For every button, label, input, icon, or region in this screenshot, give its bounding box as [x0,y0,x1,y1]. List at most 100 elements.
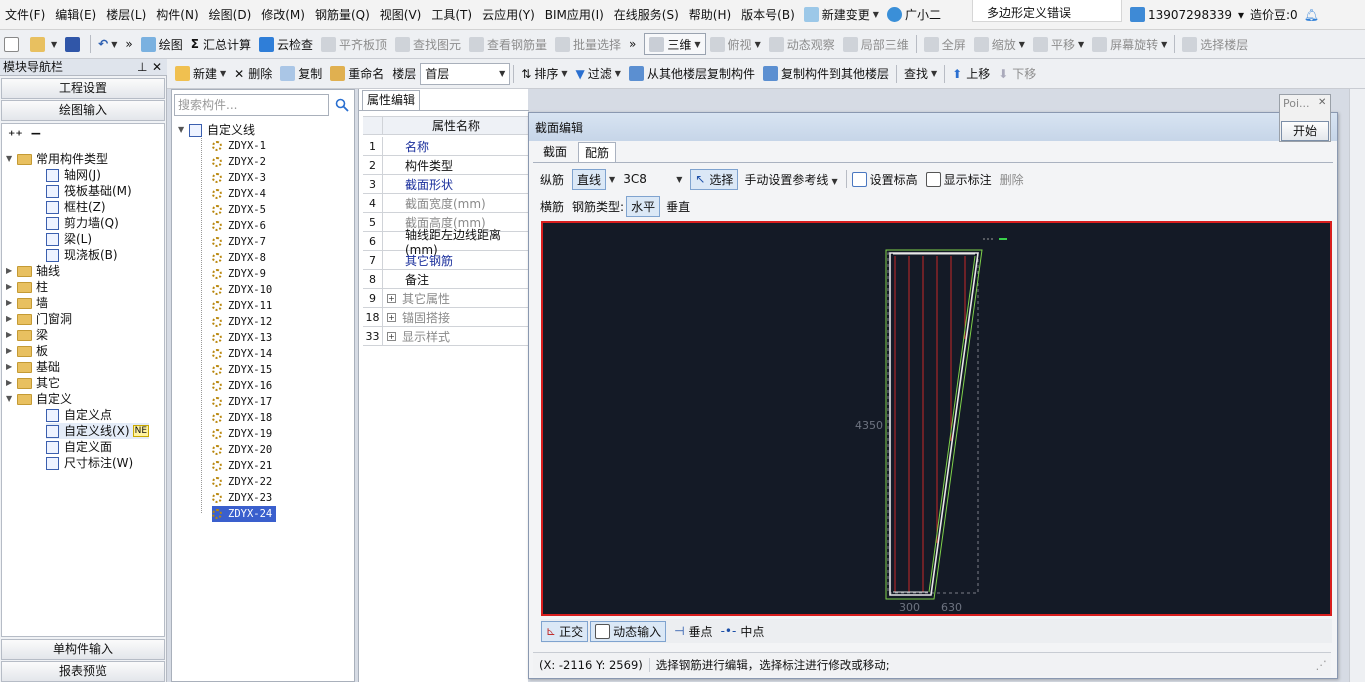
dynamic-input-button[interactable]: 动态输入 [590,620,667,642]
component-item[interactable]: ZDYX-19 [212,426,276,442]
fullscreen-button[interactable]: 全屏 [920,33,970,55]
component-item[interactable]: ZDYX-17 [212,394,276,410]
component-item[interactable]: ZDYX-5 [212,202,270,218]
top-view-button[interactable]: 俯视 ▼ [706,33,765,55]
overflow-button-2[interactable]: » [625,33,640,55]
copy-button[interactable]: 复制 [276,63,326,85]
component-item[interactable]: ZDYX-6 [212,218,270,234]
tree-group[interactable]: ▶ 梁 [6,327,48,343]
expand-icon[interactable]: + [387,293,396,303]
component-item[interactable]: ZDYX-20 [212,442,276,458]
save-button[interactable] [61,33,87,55]
collapse-icon[interactable]: ▼ [6,151,17,167]
component-item[interactable]: ZDYX-11 [212,298,276,314]
property-row[interactable]: 3 截面形状 [363,174,529,194]
tree-item-common[interactable]: 框柱(Z) [46,199,106,215]
menu-item[interactable]: BIM应用(I) [540,6,609,23]
property-row[interactable]: 18 + 锚固搭接 [363,307,529,327]
line-mode-select[interactable]: 直线 [572,168,607,190]
tree-group[interactable]: ▶ 门窗洞 [6,311,72,327]
tree-group[interactable]: ▶ 柱 [6,279,48,295]
overflow-button[interactable]: » [121,33,136,55]
component-item[interactable]: ZDYX-16 [212,378,276,394]
project-settings-button[interactable]: 工程设置 [1,78,165,99]
component-item[interactable]: ZDYX-3 [212,170,270,186]
pin-icon[interactable]: ⊥ [137,59,147,75]
report-preview-button[interactable]: 报表预览 [1,661,165,682]
drawing-input-button[interactable]: 绘图输入 [1,100,165,121]
perpendicular-point-button[interactable]: ⊣ 垂点 [674,623,712,640]
component-root[interactable]: ▼ 自定义线 [178,122,255,138]
move-up-button[interactable]: ⬆ 上移 [948,63,994,85]
property-row[interactable]: 2 构件类型 [363,155,529,175]
find-button[interactable]: 查找 ▼ [900,63,941,85]
component-item[interactable]: ZDYX-4 [212,186,270,202]
close-icon[interactable]: ✕ [1318,97,1326,108]
start-button[interactable]: 开始 [1281,121,1329,141]
menu-item[interactable]: 版本号(B) [736,6,800,23]
expand-icon[interactable]: ▶ [6,279,17,295]
property-row[interactable]: 1 名称 [363,136,529,156]
tree-item-common[interactable]: 现浇板(B) [46,247,118,263]
single-input-button[interactable]: 单构件输入 [1,639,165,660]
property-row[interactable]: 6 轴线距左边线距离(mm) [363,228,529,257]
delete-button[interactable]: ✕ 删除 [230,63,276,85]
section-canvas[interactable]: 4350 300 630 [541,221,1332,616]
expand-icon[interactable]: ▶ [6,359,17,375]
draw-button[interactable]: 绘图 [137,33,187,55]
property-row[interactable]: 7 其它钢筋 [363,250,529,270]
tree-item-common[interactable]: 轴网(J) [46,167,101,183]
tab-reinforcement[interactable]: 配筋 [578,142,617,163]
component-item[interactable]: ZDYX-23 [212,490,276,506]
chevron-down-icon[interactable]: ▼ [676,175,682,184]
sort-button[interactable]: ⇅ 排序 ▼ [517,63,571,85]
menu-item[interactable]: 楼层(L) [101,6,151,23]
tab-section[interactable]: 截面 [537,142,573,163]
set-elevation-button[interactable]: 设置标高 [851,171,918,188]
new-file-button[interactable] [0,33,26,55]
tree-group[interactable]: ▶ 墙 [6,295,48,311]
component-item[interactable]: ZDYX-10 [212,282,276,298]
show-dims-button[interactable]: 显示标注 [925,171,992,188]
expand-icon[interactable]: ▶ [6,311,17,327]
resize-grip-icon[interactable]: ⋰ [1316,658,1328,672]
manual-reference-button[interactable]: 手动设置参考线 ▼ [744,171,837,188]
tree-group[interactable]: ▶ 轴线 [6,263,60,279]
rotate-button[interactable]: 屏幕旋转 ▼ [1088,33,1171,55]
tree-common-types[interactable]: ▼ 常用构件类型 [6,151,108,167]
component-item[interactable]: ZDYX-21 [212,458,276,474]
tab-property-edit[interactable]: 属性编辑 [362,90,420,110]
menu-item[interactable]: 构件(N) [151,6,203,23]
find-element-button[interactable]: 查找图元 [391,33,465,55]
menu-item[interactable]: 视图(V) [375,6,427,23]
batch-select-button[interactable]: 批量选择 [551,33,625,55]
component-item[interactable]: ZDYX-22 [212,474,276,490]
search-icon[interactable] [331,94,353,116]
tree-custom[interactable]: ▼ 自定义 [6,391,72,407]
menu-item[interactable]: 修改(M) [256,6,310,23]
menu-item[interactable]: 云应用(Y) [477,6,540,23]
expand-icon[interactable]: ▶ [6,327,17,343]
notification-banner[interactable]: 多边形定义错误 [972,0,1122,22]
vertical-button[interactable]: 垂直 [666,198,690,215]
dim-left[interactable]: 4350 [855,419,883,432]
tree-group[interactable]: ▶ 基础 [6,359,60,375]
property-row[interactable]: 9 + 其它属性 [363,288,529,308]
component-item[interactable]: ZDYX-9 [212,266,270,282]
component-item[interactable]: ZDYX-1 [212,138,270,154]
expand-icon[interactable]: ▶ [6,263,17,279]
tree-item-custom[interactable]: 自定义面 [46,439,112,455]
bell-icon[interactable]: 🔔︎ [1304,8,1319,22]
collapse-icon[interactable]: ▼ [6,391,17,407]
expand-icon[interactable]: + [387,331,396,341]
menu-item[interactable]: 帮助(H) [684,6,736,23]
menu-item[interactable]: 在线服务(S) [609,6,684,23]
tree-group[interactable]: ▶ 板 [6,343,48,359]
align-slab-button[interactable]: 平齐板顶 [317,33,391,55]
expand-icon[interactable]: + [387,312,396,322]
component-item[interactable]: ZDYX-13 [212,330,276,346]
search-input[interactable]: 搜索构件... [174,94,329,116]
select-floor-button[interactable]: 选择楼层 [1178,33,1252,55]
rebar-spec-select[interactable]: 3C8 [623,172,673,186]
component-item[interactable]: ZDYX-15 [212,362,276,378]
